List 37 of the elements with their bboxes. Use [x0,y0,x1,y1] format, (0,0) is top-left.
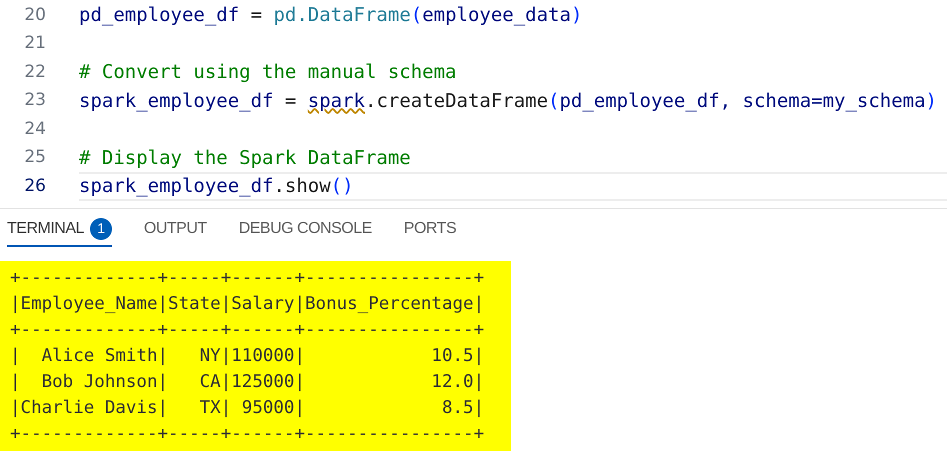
code-token: = [284,88,298,114]
code-token: spark [308,88,365,114]
code-token: spark_employee_df [79,174,274,199]
code-token: pd_employee_df, schema=my_schema [559,88,926,114]
line-number: 23 [23,89,46,112]
code-token: = [250,3,264,28]
code-token: spark_employee_df [79,88,274,114]
count-badge: 1 [90,218,112,240]
panel-tab[interactable]: DEBUG CONSOLE [238,212,372,247]
panel-tab[interactable]: OUTPUT [144,212,207,247]
code-token: pd.DataFrame [273,3,411,28]
line-number: 26 [23,174,46,198]
code-token: .show [273,174,331,199]
code-token: .createDataFrame [365,88,548,114]
code-comment: # Display the Spark DataFrame [79,146,411,170]
panel-tab[interactable]: PORTS [404,212,456,247]
line-number: 20 [23,4,46,26]
terminal-line: +-------------+-----+------+----------------+ [10,319,486,342]
line-number: 21 [23,32,46,55]
code-token: () [330,174,354,199]
code-token: employee_data [422,3,571,28]
code-token: ) [926,88,937,114]
terminal-line: | Bob Johnson| CA|125000| 12.0| [10,371,486,394]
line-number: 25 [23,146,46,169]
terminal-line: |Charlie Davis| TX| 95000| 8.5| [10,397,486,420]
line-number: 22 [23,60,46,84]
terminal-line: | Alice Smith| NY|110000| 10.5| [10,345,486,368]
line-number: 24 [23,118,46,140]
code-token: ) [570,3,582,28]
panel-tab[interactable]: TERMINAL 1 [7,212,112,247]
code-comment: # Convert using the manual schema [79,60,456,85]
terminal-line: +-------------+-----+------+----------------+ [10,267,486,290]
terminal-line: +-------------+-----+------+----------------+ [10,423,486,446]
code-token: ( [548,88,560,114]
code-token: ( [410,3,422,28]
code-token: pd_employee_df [79,3,240,28]
terminal-line: |Employee_Name|State|Salary|Bonus_Percentage| [10,293,486,316]
